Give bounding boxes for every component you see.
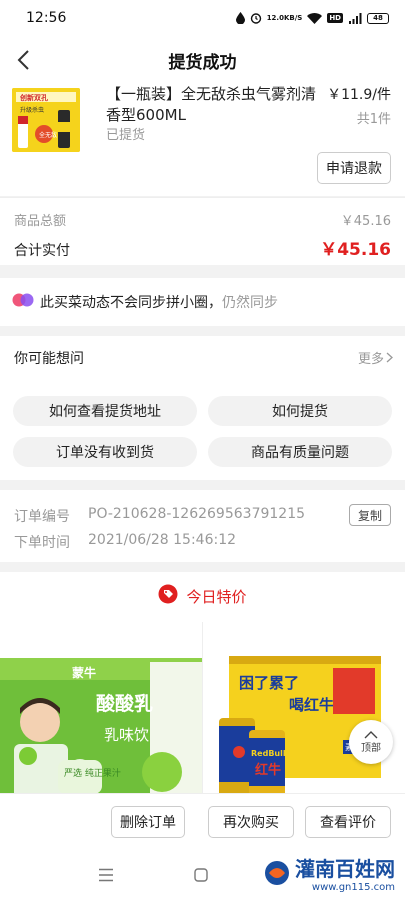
- faq-chip[interactable]: 商品有质量问题: [208, 437, 392, 467]
- copy-button[interactable]: 复制: [349, 504, 391, 526]
- deal-name: 酸酸乳: [96, 692, 153, 715]
- deal-tag: 严选 纯正果汁: [64, 767, 121, 779]
- deals-header: 今日特价: [0, 572, 405, 620]
- circle-sync-icon: [12, 292, 34, 312]
- chevron-left-icon: [17, 50, 29, 70]
- back-to-top-button[interactable]: 顶部: [349, 720, 393, 764]
- net-speed-unit: KB/S: [283, 13, 303, 22]
- deal-banner1: 困了累了: [239, 674, 299, 692]
- goods-total-value: ￥45.16: [340, 214, 391, 229]
- deal-card-right[interactable]: 困了累了 喝红牛 素功能 RedBull 红牛: [203, 622, 405, 800]
- page-title: 提货成功: [168, 52, 237, 73]
- goods-total-label: 商品总额: [14, 214, 67, 229]
- system-nav-bar: 灌南百姓网 www.gn115.com: [0, 847, 405, 900]
- thumb-sub: 升级杀虫: [20, 106, 44, 114]
- faq-section: 你可能想问 更多 如何查看提货地址 如何提货 订单没有收到货 商品有质量问题: [0, 336, 405, 480]
- order-no-value: PO-210628-126269563791215: [88, 506, 306, 522]
- deal-image-yogurt: 蒙牛 酸酸乳 乳味饮 严选 纯正果汁: [0, 622, 202, 800]
- watermark-url: www.gn115.com: [311, 882, 395, 893]
- refund-button[interactable]: 申请退款: [317, 152, 391, 184]
- order-time-value: 2021/06/28 15:46:12: [88, 532, 237, 548]
- menu-icon[interactable]: [98, 867, 114, 886]
- product-name[interactable]: 【一瓶装】全无敌杀虫气雾剂清香型600ML: [106, 84, 316, 126]
- product-status: 已提货: [106, 128, 146, 143]
- deal-banner2: 喝红牛: [289, 696, 334, 714]
- nav-bar: 提货成功: [0, 36, 405, 84]
- faq-chip[interactable]: 如何查看提货地址: [13, 396, 197, 426]
- status-time: 12:56: [26, 10, 67, 26]
- tag-icon: [158, 584, 178, 608]
- view-review-button[interactable]: 查看评价: [305, 806, 391, 838]
- wifi-icon: [307, 12, 323, 24]
- net-speed: 12.0 KB/S: [266, 13, 303, 22]
- goods-total-row: 商品总额 ￥45.16: [14, 210, 391, 229]
- status-icons: 12.0 KB/S HD 48: [235, 12, 389, 24]
- thumb-brand: 创新双孔: [19, 93, 48, 102]
- battery-icon: 48: [367, 12, 389, 24]
- deal-can-label: RedBull: [251, 749, 286, 758]
- sync-anyway-link[interactable]: 仍然同步: [222, 295, 278, 311]
- signal-icon: [348, 12, 362, 24]
- back-to-top-label: 顶部: [361, 742, 381, 754]
- drop-icon: [235, 12, 245, 24]
- faq-more-link[interactable]: 更多: [358, 348, 393, 367]
- watermark-logo-icon: [265, 861, 289, 885]
- chevron-right-icon: [386, 352, 393, 363]
- order-no-label: 订单编号: [14, 509, 70, 525]
- home-icon[interactable]: [194, 867, 208, 886]
- net-speed-value: 12.0: [266, 13, 284, 22]
- faq-chip[interactable]: 如何提货: [208, 396, 392, 426]
- deal-card-left[interactable]: 蒙牛 酸酸乳 乳味饮 严选 纯正果汁: [0, 622, 202, 800]
- paid-total-label: 合计实付: [14, 243, 70, 259]
- watermark-name: 灌南百姓网: [295, 857, 395, 881]
- sync-message: 此买菜动态不会同步拼小圈，: [40, 295, 222, 311]
- status-bar: 12:56 12.0 KB/S HD 48: [0, 0, 405, 36]
- chevron-up-icon: [364, 730, 378, 738]
- watermark: 灌南百姓网 www.gn115.com: [263, 853, 395, 893]
- thumb-brand-name: 全无敌: [39, 131, 57, 139]
- paid-total-value: ￥45.16: [320, 240, 391, 260]
- faq-title: 你可能想问: [14, 351, 84, 367]
- action-bar: 删除订单 再次购买 查看评价: [0, 793, 405, 847]
- rebuy-button[interactable]: 再次购买: [208, 806, 294, 838]
- alarm-icon: [250, 12, 262, 24]
- sync-text: 此买菜动态不会同步拼小圈，仍然同步: [40, 292, 278, 312]
- order-info: 订单编号 PO-210628-126269563791215 复制 下单时间 2…: [0, 490, 405, 562]
- faq-chip[interactable]: 订单没有收到货: [13, 437, 197, 467]
- product-card: 创新双孔 升级杀虫 全无敌 【一瓶装】全无敌杀虫气雾剂清香型600ML 已提货 …: [0, 84, 405, 196]
- deal-brand: 蒙牛: [72, 665, 96, 680]
- deal-can-cn: 红牛: [255, 762, 281, 778]
- order-totals: 商品总额 ￥45.16 合计实付 ￥45.16: [0, 197, 405, 265]
- delete-order-button[interactable]: 删除订单: [111, 806, 185, 838]
- hd-badge: HD: [327, 13, 343, 23]
- product-price: ￥11.9/件: [327, 87, 391, 103]
- sync-notice[interactable]: 此买菜动态不会同步拼小圈，仍然同步: [0, 278, 405, 326]
- order-time-label: 下单时间: [14, 535, 70, 551]
- deals-title: 今日特价: [186, 587, 247, 606]
- product-image[interactable]: 创新双孔 升级杀虫 全无敌: [12, 88, 80, 152]
- deal-flavor: 乳味饮: [104, 726, 149, 744]
- paid-total-row: 合计实付 ￥45.16: [14, 235, 391, 260]
- faq-more-label: 更多: [357, 352, 384, 367]
- back-button[interactable]: [8, 44, 38, 76]
- deal-image-redbull: 困了累了 喝红牛 素功能 RedBull 红牛: [203, 622, 405, 800]
- deals-section: 今日特价 蒙牛 酸酸乳 乳味饮 严选 纯正果汁 困了累了 喝红牛 RedBull…: [0, 572, 405, 800]
- product-qty: 共1件: [356, 112, 391, 127]
